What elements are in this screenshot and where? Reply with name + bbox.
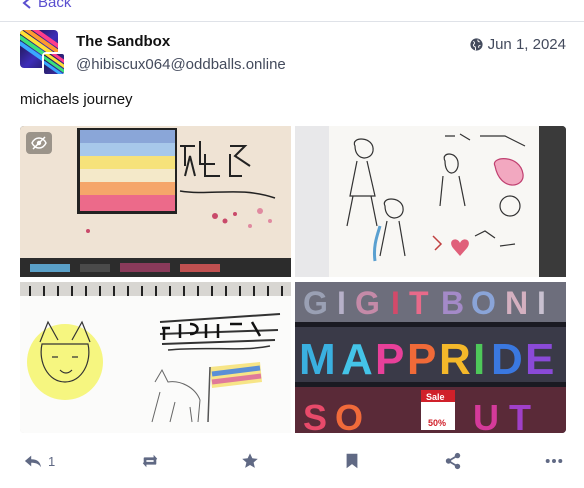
share-button[interactable]	[444, 450, 462, 472]
svg-text:G: G	[355, 285, 380, 321]
action-bar: 1	[0, 446, 584, 476]
media-item-pride-balloons[interactable]: G I G I T B O N I M A P P R I D E S O U …	[295, 282, 566, 433]
svg-text:O: O	[471, 285, 496, 321]
reply-count: 1	[48, 453, 56, 469]
account-handle[interactable]: @hibiscux064@oddballs.online	[76, 56, 286, 73]
post-content: michaels journey	[20, 91, 133, 108]
top-bar: Back	[0, 0, 584, 22]
svg-text:I: I	[537, 285, 546, 321]
svg-text:T: T	[509, 397, 531, 433]
svg-text:T: T	[409, 285, 429, 321]
reply-icon	[24, 455, 42, 468]
svg-text:R: R	[439, 335, 471, 384]
display-name[interactable]: The Sandbox	[76, 33, 170, 50]
date-text: Jun 1, 2024	[487, 36, 566, 53]
media-item-sketchbook[interactable]	[295, 126, 566, 277]
svg-text:G: G	[303, 285, 328, 321]
boost-button[interactable]	[141, 450, 159, 472]
back-button[interactable]: Back	[22, 0, 71, 11]
sketchbook-characters-image	[295, 126, 566, 277]
svg-text:E: E	[525, 335, 554, 384]
boosted-by-avatar	[42, 52, 66, 76]
status-post: The Sandbox @hibiscux064@oddballs.online…	[0, 22, 584, 488]
media-item-pride-flag[interactable]	[20, 126, 291, 277]
post-date[interactable]: Jun 1, 2024	[470, 36, 566, 53]
svg-text:S: S	[303, 397, 327, 433]
svg-text:P: P	[407, 335, 436, 384]
reply-button[interactable]: 1	[24, 450, 55, 472]
svg-text:I: I	[337, 285, 346, 321]
svg-text:P: P	[375, 335, 404, 384]
favourite-button[interactable]	[241, 450, 259, 472]
eye-slash-icon	[31, 136, 47, 150]
svg-text:Sale: Sale	[426, 392, 445, 402]
bookmark-button[interactable]	[343, 450, 361, 472]
svg-text:O: O	[335, 397, 363, 433]
bookmark-icon	[346, 453, 358, 469]
more-icon	[545, 459, 563, 463]
svg-text:A: A	[341, 335, 373, 384]
media-item-freedom-cat[interactable]	[20, 282, 291, 433]
svg-text:I: I	[473, 335, 485, 384]
svg-text:D: D	[491, 335, 523, 384]
svg-text:I: I	[391, 285, 400, 321]
svg-text:M: M	[299, 335, 336, 384]
pride-flag-drawing-image	[20, 126, 291, 277]
star-icon	[242, 453, 258, 468]
svg-text:B: B	[441, 285, 464, 321]
svg-text:50%: 50%	[428, 418, 446, 428]
share-icon	[445, 452, 461, 470]
svg-text:N: N	[505, 285, 528, 321]
pride-balloons-image: G I G I T B O N I M A P P R I D E S O U …	[295, 282, 566, 433]
globe-icon	[470, 38, 483, 51]
avatar[interactable]	[20, 30, 66, 76]
svg-text:U: U	[473, 397, 499, 433]
more-button[interactable]	[545, 450, 563, 472]
back-label: Back	[38, 0, 72, 11]
boost-icon	[142, 454, 158, 468]
media-gallery: G I G I T B O N I M A P P R I D E S O U …	[20, 126, 566, 433]
freedom-cat-drawing-image	[20, 282, 291, 433]
chevron-left-icon	[22, 0, 31, 9]
hide-media-button[interactable]	[26, 132, 52, 154]
